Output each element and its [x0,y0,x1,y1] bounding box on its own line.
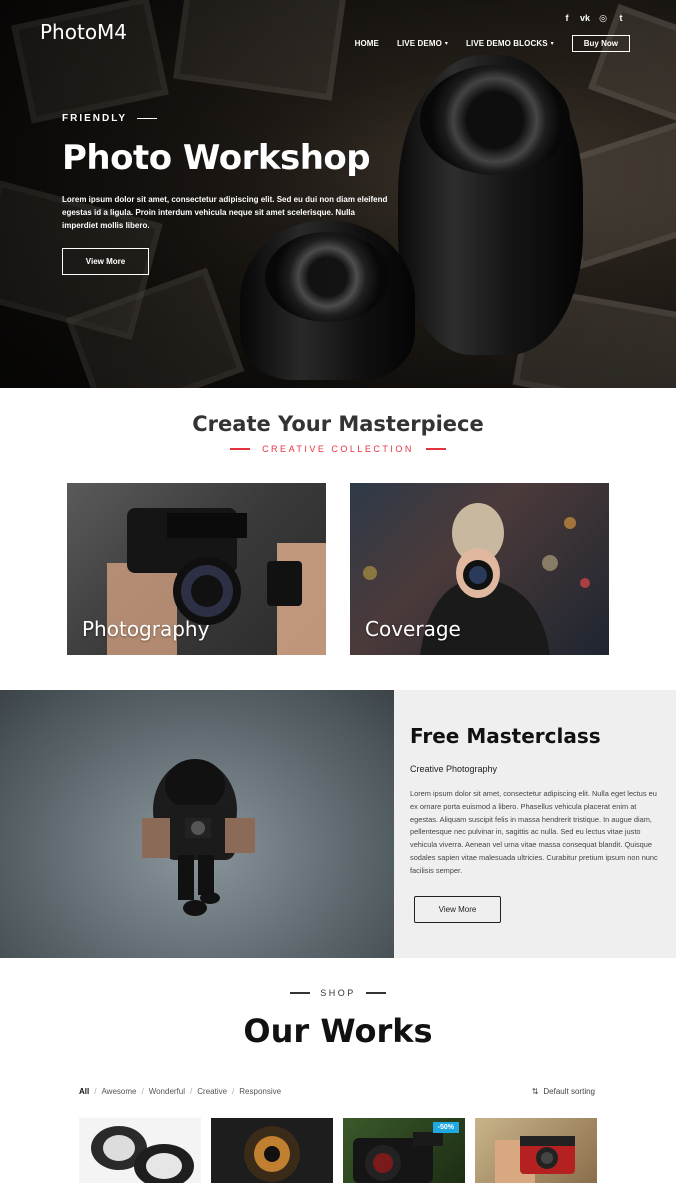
sort-icon: ⇅ [531,1087,539,1096]
masterclass-title: Free Masterclass [410,724,601,748]
product-card[interactable]: -50% [343,1118,465,1183]
nav-item-live-demo[interactable]: LIVE DEMO ▾ [397,39,448,48]
chevron-down-icon: ▾ [550,41,554,47]
product-card[interactable] [475,1118,597,1183]
shop-eyebrow: SHOP [0,988,676,998]
collection-subtitle: CREATIVE COLLECTION [0,444,676,454]
product-card[interactable] [79,1118,201,1183]
filter-separator: / [141,1087,144,1096]
masterclass-text: Lorem ipsum dolor sit amet, consectetur … [410,789,658,875]
category-card-coverage[interactable]: Coverage [350,483,609,655]
instagram-icon[interactable]: ◎ [598,13,608,24]
masterclass-panel: Free Masterclass Creative Photography Lo… [394,690,676,958]
site-logo[interactable]: PhotoM4 [40,20,127,44]
divider [290,992,311,994]
card-label: Photography [82,617,210,641]
divider [425,448,446,450]
filter-separator: / [190,1087,193,1096]
product-filters: All / Awesome / Wonderful / Creative / R… [79,1087,281,1096]
twitter-icon[interactable]: t [616,13,626,24]
filter-separator: / [94,1087,97,1096]
filter-wonderful[interactable]: Wonderful [149,1087,185,1096]
hero-text: Lorem ipsum dolor sit amet, consectetur … [62,195,388,230]
vk-icon[interactable]: vk [580,13,590,24]
masterclass-view-more-button[interactable]: View More [414,896,501,923]
category-card-photography[interactable]: Photography [67,483,326,655]
filter-all[interactable]: All [79,1087,89,1096]
masterclass-image [0,690,394,958]
hero-section: PhotoM4 f vk ◎ t HOME LIVE DEMO ▾ LIVE DE… [0,0,676,388]
product-image [495,1136,575,1183]
collection-title: Create Your Masterpiece [192,412,484,436]
divider [230,448,251,450]
filter-awesome[interactable]: Awesome [101,1087,136,1096]
filter-separator: / [232,1087,235,1096]
social-links: f vk ◎ t [562,13,626,24]
divider [365,992,386,994]
main-nav: HOME LIVE DEMO ▾ LIVE DEMO BLOCKS ▾ Buy No… [355,35,630,52]
masterclass-subtitle: Creative Photography [410,764,498,774]
shop-title: Our Works [243,1012,433,1050]
chevron-down-icon: ▾ [444,41,449,47]
hero-eyebrow: FRIENDLY [62,113,158,124]
filter-responsive[interactable]: Responsive [239,1087,281,1096]
divider [137,118,158,119]
product-image [91,1126,194,1183]
nav-item-live-demo-blocks[interactable]: LIVE DEMO BLOCKS ▾ [466,39,554,48]
sale-badge: -50% [432,1122,459,1133]
filter-creative[interactable]: Creative [197,1087,227,1096]
hero-view-more-button[interactable]: View More [62,248,149,275]
sorting-dropdown[interactable]: ⇅ Default sorting [532,1087,595,1096]
nav-item-home[interactable]: HOME [355,39,379,48]
hero-title: Photo Workshop [62,138,371,178]
product-card[interactable] [211,1118,333,1183]
buy-now-button[interactable]: Buy Now [571,35,630,52]
product-image [244,1126,300,1182]
facebook-icon[interactable]: f [562,13,572,24]
card-label: Coverage [365,617,461,641]
